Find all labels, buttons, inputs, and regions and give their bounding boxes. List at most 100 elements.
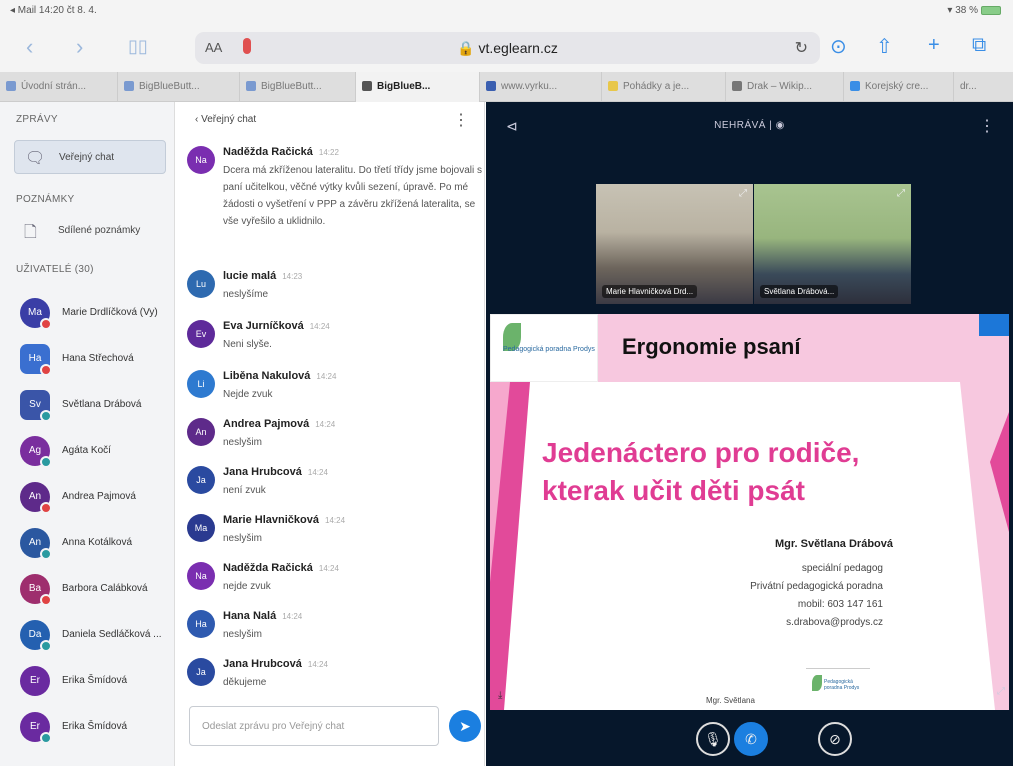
user-list-item[interactable]: Er Erika Šmídová [20, 666, 174, 696]
user-list-item[interactable]: An Andrea Pajmová [20, 482, 174, 514]
message-author: Marie Hlavničková 14:24 [223, 514, 346, 526]
new-tab-icon[interactable]: + [928, 34, 940, 57]
message-time: 14:24 [318, 564, 339, 573]
tabs-overview-icon[interactable]: ⧉ [972, 34, 986, 57]
recording-indicator[interactable]: NEHRÁVÁ | ◉ [486, 120, 1013, 131]
message-author: Jana Hrubcová 14:24 [223, 658, 328, 670]
reload-icon[interactable]: ↻ [795, 38, 808, 58]
messages-section-title: ZPRÁVY [16, 114, 58, 125]
webcam-tile[interactable]: ⤢ Marie Hlavničková Drd... [596, 184, 753, 304]
notes-section-title: POZNÁMKY [16, 194, 75, 205]
tab[interactable]: Úvodní strán... [0, 72, 118, 102]
tab[interactable]: www.vyrku... [480, 72, 602, 102]
stage-topbar: ⊲ NEHRÁVÁ | ◉ ⋮ [486, 102, 1013, 152]
user-name: Marie Drdlíčková (Vy) [62, 307, 158, 318]
status-dot-icon [40, 640, 52, 652]
tab[interactable]: Pohádky a je... [602, 72, 726, 102]
forward-icon[interactable]: › [76, 34, 83, 60]
microphone-icon: 🎙 [704, 731, 722, 747]
status-bar: ◂ Mail 14:20 čt 8. 4. ▾ 38 % [0, 0, 1013, 22]
user-list-item[interactable]: Ag Agáta Kočí [20, 436, 174, 468]
message-author: Hana Nalá 14:24 [223, 610, 303, 622]
status-dot-icon [40, 548, 52, 560]
status-dot-icon [40, 318, 52, 330]
message-time: 14:24 [307, 468, 328, 477]
message-text: neslyšim [223, 533, 262, 544]
user-list-item[interactable]: Ma Marie Drdlíčková (Vy) [20, 298, 174, 330]
tab[interactable]: Korejský cre... [844, 72, 954, 102]
slide-author: Mgr. Světlana Drábová [775, 538, 893, 550]
message-time: 14:22 [318, 148, 339, 157]
fullscreen-icon[interactable]: ⤢ [997, 686, 1005, 697]
message-text: neslyšim [223, 437, 262, 448]
avatar: Er [20, 666, 50, 696]
chat-title[interactable]: ‹ Veřejný chat [195, 114, 256, 125]
chat-header: ‹ Veřejný chat ⋮ [175, 102, 485, 138]
webcam-name: Marie Hlavničková Drd... [602, 285, 698, 298]
user-list-item[interactable]: Ha Hana Střechová [20, 344, 174, 376]
url-value: vt.eglearn.cz [478, 40, 558, 56]
status-dot-icon [40, 456, 52, 468]
user-list-item[interactable]: An Anna Kotálková [20, 528, 174, 560]
avatar: Lu [187, 270, 215, 298]
status-left: ◂ Mail 14:20 čt 8. 4. [10, 5, 97, 16]
status-dot-icon [40, 594, 52, 606]
user-list-item[interactable]: Er Erika Šmídová [20, 712, 174, 744]
avatar: Ma [187, 514, 215, 542]
phone-icon: ✆ [745, 731, 757, 747]
user-list-item[interactable]: Ba Barbora Calábková [20, 574, 174, 606]
avatar: Na [187, 562, 215, 590]
expand-icon[interactable]: ⤢ [897, 188, 905, 199]
slide-small-logo: Pedagogická poradna Prodys [806, 668, 870, 702]
public-chat-button[interactable]: 🗨 Veřejný chat [14, 140, 166, 174]
message-time: 14:24 [315, 420, 336, 429]
mute-button[interactable]: 🎙 [696, 722, 730, 756]
user-list-item[interactable]: Da Daniela Sedláčková ... [20, 620, 174, 652]
message-text: není zvuk [223, 485, 266, 496]
favicon-icon [486, 81, 496, 92]
user-name: Erika Šmídová [62, 675, 128, 686]
download-slide-icon[interactable]: ⤓ [498, 690, 502, 701]
share-icon[interactable]: ⇧ [876, 34, 893, 59]
message-author: Eva Jurníčková 14:24 [223, 320, 330, 332]
message-author: Naděžda Račická 14:24 [223, 562, 339, 574]
send-button[interactable]: ➤ [449, 710, 481, 742]
status-dot-icon [40, 410, 52, 422]
tab[interactable]: Drak – Wikip... [726, 72, 844, 102]
favicon-icon [6, 81, 16, 92]
more-options-icon[interactable]: ⋮ [453, 110, 469, 130]
status-dot-icon [40, 502, 52, 514]
stage-more-icon[interactable]: ⋮ [979, 116, 995, 136]
status-dot-icon [40, 364, 52, 376]
bookmarks-icon[interactable]: ▯▯ [128, 36, 148, 57]
send-icon: ➤ [459, 718, 471, 734]
slide-footer-name: Mgr. Světlana [706, 696, 755, 705]
leave-audio-button[interactable]: ✆ [734, 722, 768, 756]
message-time: 14:24 [307, 660, 328, 669]
message-author: Liběna Nakulová 14:24 [223, 370, 337, 382]
user-list-item[interactable]: Sv Světlana Drábová [20, 390, 174, 422]
chat-message-input[interactable]: Odeslat zprávu pro Veřejný chat [189, 706, 439, 746]
leaf-logo-icon [812, 675, 822, 691]
message-text: nejde zvuk [223, 581, 271, 592]
user-name: Světlana Drábová [62, 399, 142, 410]
expand-icon[interactable]: ⤢ [739, 188, 747, 199]
webcam-button[interactable]: ⊘ [818, 722, 852, 756]
tab[interactable]: BigBlueButt... [240, 72, 356, 102]
shared-notes-button[interactable]: 🗋 Sdílené poznámky [14, 214, 166, 248]
favicon-icon [246, 81, 256, 92]
tab-active[interactable]: BigBlueB... [356, 72, 480, 102]
tab[interactable]: dr... [954, 72, 1013, 102]
tab[interactable]: BigBlueButt... [118, 72, 240, 102]
webcam-name: Světlana Drábová... [760, 285, 839, 298]
slide-title: Ergonomie psaní [622, 334, 801, 359]
back-icon[interactable]: ‹ [26, 34, 33, 60]
slide-decoration [490, 382, 1009, 710]
user-name: Hana Střechová [62, 353, 134, 364]
status-dot-icon [40, 732, 52, 744]
address-bar[interactable]: AA 🔒 vt.eglearn.cz ↻ [195, 32, 820, 64]
webcam-tile[interactable]: ⤢ Světlana Drábová... [754, 184, 911, 304]
download-icon[interactable]: ⊙ [830, 34, 847, 59]
message-time: 14:23 [282, 272, 303, 281]
message-text: neslyšíme [223, 289, 269, 300]
